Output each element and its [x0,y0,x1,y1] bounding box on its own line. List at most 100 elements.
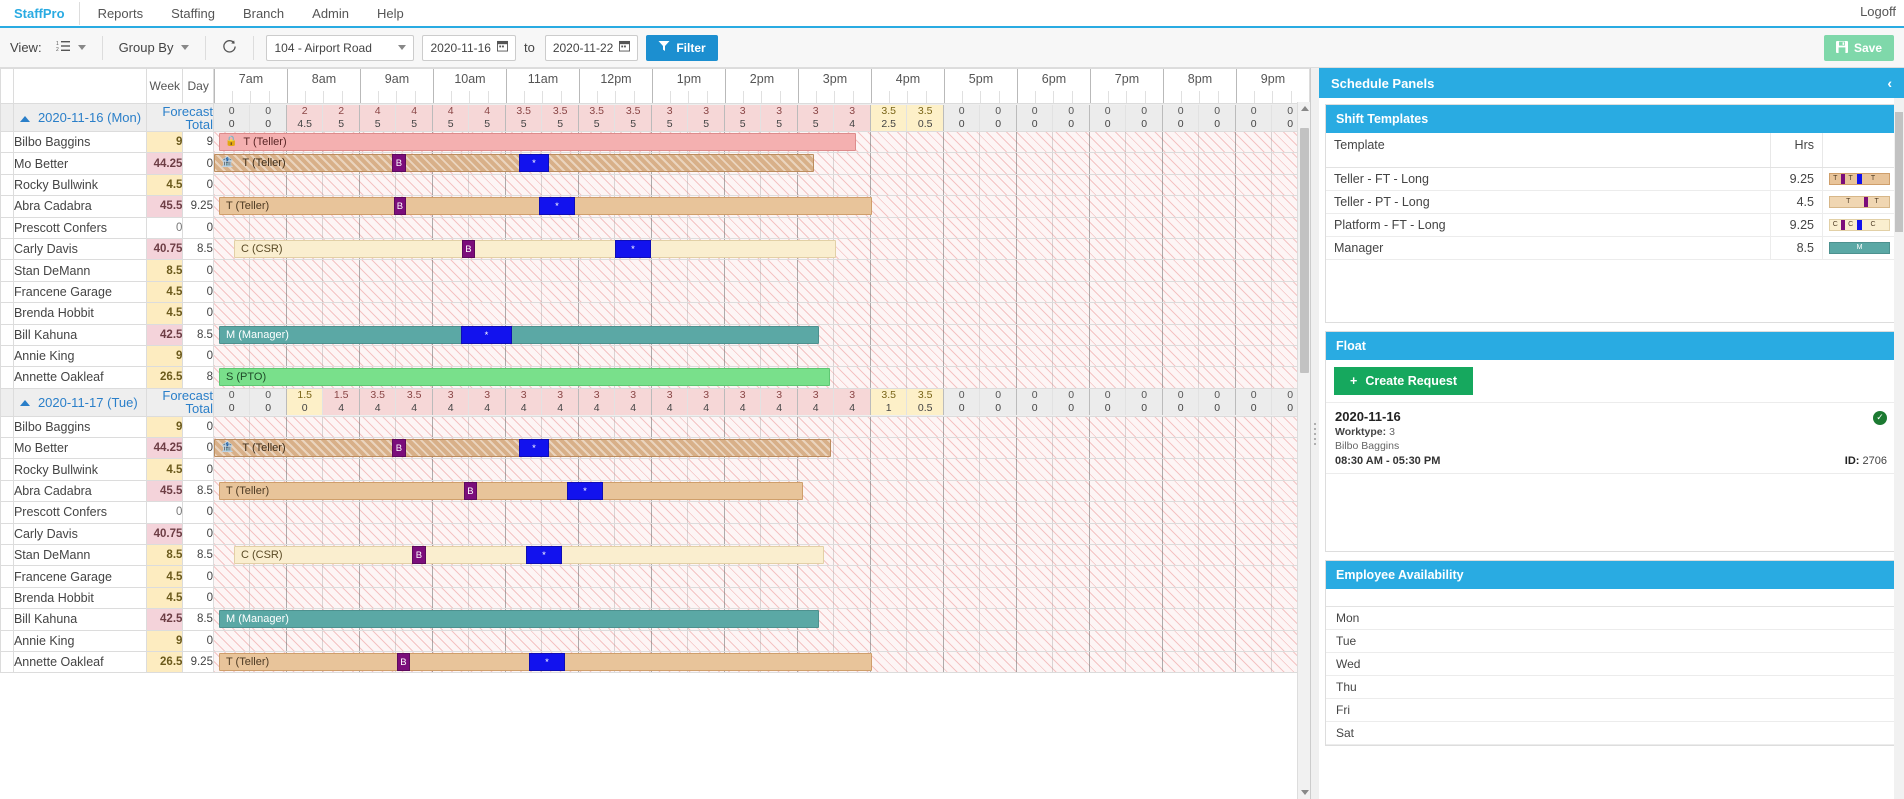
employee-name[interactable]: Annette Oakleaf [12,366,148,389]
filter-button[interactable]: Filter [646,34,718,61]
employee-row[interactable]: Rocky Bullwink 4.5 0 [0,173,1310,197]
employee-timeline[interactable]: C (CSR) B * [212,237,1310,261]
employee-row[interactable]: Annie King 9 0 [0,629,1310,652]
shift-template-row[interactable]: Teller - FT - Long 9.25 T T T [1326,167,1897,191]
employee-row[interactable]: Stan DeMann 8.5 8.5 C (CSR) B * [0,544,1310,567]
panels-vertical-scrollbar[interactable] [1894,98,1904,799]
day-group-title[interactable]: 2020-11-16 (Mon) [12,103,148,132]
employee-name[interactable]: Francene Garage [12,280,148,304]
employee-row[interactable]: Annette Oakleaf 26.5 9.25 T (Teller) B * [0,650,1310,674]
break-segment[interactable]: B [463,481,477,500]
employee-name[interactable]: Carly Davis [12,237,148,261]
employee-name[interactable]: Mo Better [12,152,148,175]
employee-row[interactable]: Carly Davis 40.75 0 [0,522,1310,546]
availability-slot[interactable] [1370,698,1897,722]
employee-row[interactable]: Prescott Confers 0 0 [0,501,1310,524]
employee-timeline[interactable]: T (Teller) B * [212,479,1310,503]
employee-name[interactable]: Rocky Bullwink [12,458,148,481]
employee-name[interactable]: Brenda Hobbit [12,586,148,610]
employee-timeline[interactable] [212,280,1310,304]
shift-bar[interactable]: C (CSR) [233,239,836,258]
grid-vertical-scrollbar[interactable] [1297,102,1310,799]
lunch-segment[interactable]: * [566,481,603,500]
date-from-input[interactable]: 2020-11-16 [422,34,516,61]
availability-slot[interactable] [1370,721,1897,745]
group-by-selector[interactable]: Group By [115,36,194,60]
employee-name[interactable]: Annette Oakleaf [12,650,148,674]
location-select[interactable]: 104 - Airport Road [266,34,415,61]
scroll-thumb[interactable] [1300,128,1309,373]
menu-item-admin[interactable]: Admin [298,2,363,25]
employee-name[interactable]: Brenda Hobbit [12,302,148,325]
break-segment[interactable]: B [393,197,406,216]
lunch-segment[interactable]: * [518,439,549,458]
employee-timeline[interactable] [212,415,1310,439]
create-request-button[interactable]: + Create Request [1334,366,1474,395]
break-segment[interactable]: B [391,439,406,458]
employee-name[interactable]: Bill Kahuna [12,323,148,346]
employee-timeline[interactable]: M (Manager) [212,608,1310,631]
break-segment[interactable]: B [411,546,426,565]
lunch-segment[interactable]: * [538,197,575,216]
shift-bar[interactable]: S (PTO) [218,368,830,387]
availability-slot[interactable] [1370,652,1897,676]
employee-timeline[interactable]: 🏦 T (Teller) B * [212,152,1310,175]
employee-name[interactable]: Prescott Confers [12,501,148,524]
employee-row[interactable]: Bill Kahuna 42.5 8.5 M (Manager) [0,608,1310,631]
employee-row[interactable]: Brenda Hobbit 4.5 0 [0,586,1310,610]
menu-item-staffing[interactable]: Staffing [157,2,229,25]
lunch-segment[interactable]: * [614,239,651,258]
employee-name[interactable]: Bilbo Baggins [12,415,148,439]
panels-scroll-thumb[interactable] [1895,112,1903,232]
app-brand[interactable]: StaffPro [0,1,80,25]
employee-timeline[interactable] [212,501,1310,524]
employee-timeline[interactable] [212,629,1310,652]
logoff-link[interactable]: Logoff [1860,4,1896,19]
employee-name[interactable]: Annie King [12,344,148,368]
employee-row[interactable]: Bilbo Baggins 9 0 [0,415,1310,439]
employee-timeline[interactable]: 🏦 T (Teller) B * [212,437,1310,460]
employee-row[interactable]: Annette Oakleaf 26.5 8 S (PTO) [0,366,1310,389]
employee-timeline[interactable] [212,344,1310,368]
employee-row[interactable]: Mo Better 44.25 0 🏦 T (Teller) B * [0,437,1310,460]
employee-row[interactable]: Abra Cadabra 45.5 8.5 T (Teller) B * [0,479,1310,503]
employee-timeline[interactable] [212,216,1310,239]
lunch-segment[interactable]: * [460,325,512,344]
employee-row[interactable]: Bill Kahuna 42.5 8.5 M (Manager) * [0,323,1310,346]
employee-row[interactable]: Carly Davis 40.75 8.5 C (CSR) B * [0,237,1310,261]
employee-timeline[interactable]: 🔒 T (Teller) [212,130,1310,154]
employee-row[interactable]: Annie King 9 0 [0,344,1310,368]
save-button[interactable]: Save [1823,35,1894,61]
employee-row[interactable]: Francene Garage 4.5 0 [0,565,1310,588]
employee-timeline[interactable]: C (CSR) B * [212,544,1310,567]
scroll-down-arrow[interactable] [1298,786,1310,799]
day-group-row[interactable]: 2020-11-16 (Mon) Forecast Total 0 0 0 0 2 4.5 2 5 4… [0,103,1310,132]
employee-row[interactable]: Francene Garage 4.5 0 [0,280,1310,304]
employee-name[interactable]: Mo Better [12,437,148,460]
menu-item-branch[interactable]: Branch [229,2,298,25]
collapse-triangle-icon[interactable] [19,115,30,122]
employee-timeline[interactable]: M (Manager) * [212,323,1310,346]
refresh-button[interactable] [218,36,241,60]
employee-name[interactable]: Stan DeMann [12,544,148,567]
shift-template-row[interactable]: Platform - FT - Long 9.25 C C C [1326,213,1897,237]
shift-bar[interactable]: T (Teller) [218,481,803,500]
employee-timeline[interactable]: T (Teller) B * [212,195,1310,218]
shift-template-row[interactable]: Teller - PT - Long 4.5 T T [1326,190,1897,214]
employee-row[interactable]: Abra Cadabra 45.5 9.25 T (Teller) B * [0,195,1310,218]
employee-row[interactable]: Brenda Hobbit 4.5 0 [0,302,1310,325]
employee-timeline[interactable] [212,586,1310,610]
employee-name[interactable]: Abra Cadabra [12,479,148,503]
calendar-icon[interactable] [619,40,631,55]
employee-row[interactable]: Bilbo Baggins 9 9 🔒 T (Teller) [0,130,1310,154]
view-selector[interactable]: 12 [52,36,90,60]
date-to-input[interactable]: 2020-11-22 [544,34,639,61]
float-request-item[interactable]: 2020-11-16 Worktype: 3 Bilbo Baggins 08:30 … [1326,401,1897,473]
employee-name[interactable]: Rocky Bullwink [12,173,148,197]
shift-bar[interactable]: 🏦 T (Teller) [213,154,814,173]
employee-timeline[interactable] [212,302,1310,325]
availability-slot[interactable] [1370,629,1897,653]
menu-item-help[interactable]: Help [363,2,418,25]
employee-row[interactable]: Stan DeMann 8.5 0 [0,259,1310,282]
availability-slot[interactable] [1370,675,1897,699]
